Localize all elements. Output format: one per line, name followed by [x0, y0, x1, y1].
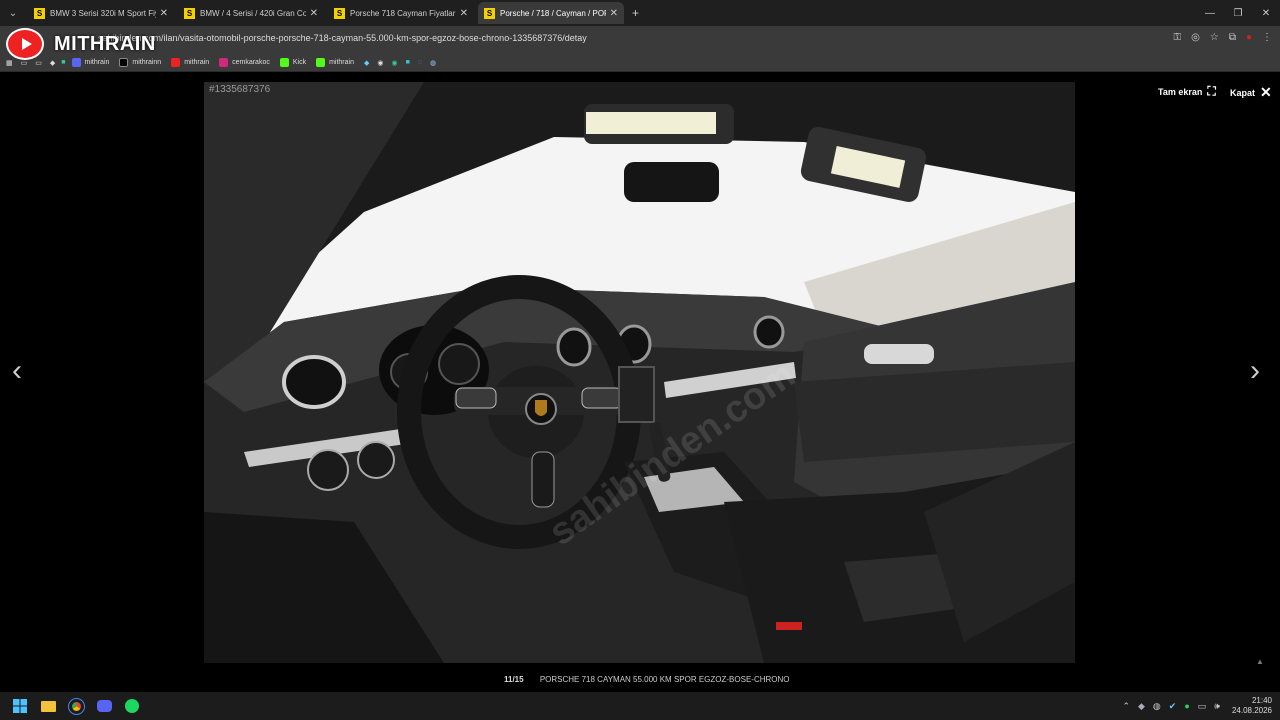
bookmark-youtube[interactable]: mithrain	[171, 58, 209, 67]
clock[interactable]: 21:40 24.08.2026	[1232, 696, 1272, 716]
sahibinden-favicon-icon: S	[34, 7, 45, 19]
photo-counter: 11/15	[504, 675, 524, 684]
bookmark-extra-icon[interactable]: ◉	[377, 59, 383, 67]
new-tab-icon[interactable]: +	[632, 6, 639, 20]
tab-title: BMW 3 Serisi 320i M Sport Fiya	[50, 8, 156, 18]
windows-start-icon[interactable]	[6, 692, 34, 720]
next-photo-chevron-icon[interactable]: ›	[1250, 354, 1260, 388]
system-tray: ⌃ ◆ ◍ ✔ ● ▭ 🕪 21:40 24.08.2026	[1122, 692, 1272, 720]
discord-tray-icon[interactable]: ◆	[1138, 701, 1145, 712]
discord-app-icon[interactable]	[90, 692, 118, 720]
fullscreen-button[interactable]: Tam ekran ⛶	[1158, 84, 1216, 99]
youtube-icon	[171, 58, 181, 67]
bookmark-extra-icon[interactable]: ◆	[364, 59, 369, 67]
steam-tray-icon[interactable]: ◍	[1153, 701, 1161, 712]
steam-icon[interactable]: ◍	[430, 59, 436, 67]
network-icon[interactable]: ▭	[1198, 701, 1207, 712]
close-viewer-button[interactable]: Kapat ✕	[1230, 84, 1272, 101]
listing-title: PORSCHE 718 CAYMAN 55.000 KM SPOR EGZOZ-…	[539, 675, 790, 684]
browser-tab-active[interactable]: S Porsche / 718 / Cayman / PORS ✕	[478, 2, 624, 24]
bookmark-label: cemkarakoc	[232, 59, 270, 66]
tab-title: BMW / 4 Serisi / 420i Gran Cou	[200, 8, 306, 18]
tab-search-chevron-icon[interactable]: ⌄	[2, 2, 24, 24]
stream-overlay-logo: MITHRAIN	[6, 28, 156, 60]
defender-tray-icon[interactable]: ✔	[1169, 701, 1177, 712]
spotify-tray-icon[interactable]: ●	[1184, 701, 1189, 711]
eye-off-icon[interactable]: ◎	[1191, 32, 1200, 43]
profile-icon[interactable]: ●	[1246, 32, 1252, 43]
close-tab-icon[interactable]: ✕	[460, 8, 468, 19]
window-close-icon[interactable]: ✕	[1252, 0, 1280, 26]
close-tab-icon[interactable]: ✕	[310, 8, 318, 19]
windows-taskbar: ⌃ ◆ ◍ ✔ ● ▭ 🕪 21:40 24.08.2026	[0, 692, 1280, 720]
tray-expand-icon[interactable]: ⌃	[1122, 701, 1130, 712]
previous-photo-chevron-icon[interactable]: ‹	[12, 354, 22, 388]
bookmark-label: mithrain	[84, 59, 110, 66]
browser-tab[interactable]: S BMW / 4 Serisi / 420i Gran Cou ✕	[178, 2, 324, 24]
star-icon[interactable]: ☆	[1210, 32, 1219, 43]
listing-id: #1335687376	[209, 84, 271, 95]
browser-tab[interactable]: S BMW 3 Serisi 320i M Sport Fiya ✕	[28, 2, 174, 24]
instagram-icon	[219, 58, 229, 67]
toolbar-icons: ⚿ ◎ ☆ ⧉ ● ⋮	[1173, 32, 1272, 43]
close-icon: ✕	[1260, 84, 1272, 100]
close-label: Kapat	[1230, 87, 1256, 98]
bookmark-label: mithrainn	[132, 59, 162, 66]
sahibinden-favicon-icon: S	[334, 7, 345, 19]
browser-tab[interactable]: S Porsche 718 Cayman Fiyatları & ✕	[328, 2, 474, 24]
chrome-icon[interactable]	[62, 692, 90, 720]
bookmark-extra-icon[interactable]: ■	[406, 59, 410, 66]
volume-icon[interactable]: 🕪	[1214, 701, 1220, 712]
close-tab-icon[interactable]: ✕	[610, 8, 618, 19]
extensions-icon[interactable]: ⧉	[1229, 32, 1236, 43]
kick-icon	[279, 58, 289, 67]
expand-icon: ⛶	[1207, 84, 1216, 98]
photo-caption: 11/15 PORSCHE 718 CAYMAN 55.000 KM SPOR …	[504, 675, 790, 684]
minimize-icon[interactable]: —	[1196, 0, 1224, 26]
sahibinden-favicon-icon: S	[184, 7, 195, 19]
browser-tab-strip: ⌄ S BMW 3 Serisi 320i M Sport Fiya ✕ S B…	[0, 0, 1280, 26]
kick-icon	[316, 58, 326, 67]
bookmark-extra-icon[interactable]: ◌	[418, 59, 422, 66]
youtube-logo-icon	[6, 28, 44, 60]
porsche-interior-image: sahibinden.com	[204, 82, 1075, 663]
clock-date: 24.08.2026	[1231, 706, 1272, 715]
key-icon[interactable]: ⚿	[1173, 32, 1181, 43]
car-interior-photo: sahibinden.com	[204, 82, 1075, 663]
spotify-icon[interactable]	[118, 692, 146, 720]
bookmarks-bar: ▦ ▭ ▭ ◆ ■ mithrain mithrainn mithrain ce…	[0, 54, 1280, 72]
bookmark-label: Kick	[292, 59, 307, 66]
tab-title: Porsche 718 Cayman Fiyatları &	[350, 8, 456, 18]
close-tab-icon[interactable]: ✕	[160, 8, 168, 19]
bookmark-kick[interactable]: Kick	[279, 58, 307, 67]
browser-toolbar: sahibinden.com/ilan/vasita-otomobil-pors…	[0, 26, 1280, 54]
sahibinden-favicon-icon: S	[484, 7, 495, 19]
photo-viewer: sahibinden.com #1335687376 Tam ekran ⛶ K…	[0, 76, 1280, 692]
clock-time: 21:40	[1251, 696, 1272, 705]
menu-icon[interactable]: ⋮	[1262, 32, 1272, 43]
bookmark-instagram[interactable]: cemkarakoc	[219, 58, 270, 67]
scroll-up-icon[interactable]: ▲	[1256, 657, 1264, 666]
window-controls: — ❐ ✕	[1196, 0, 1280, 26]
logo-text: MITHRAIN	[54, 32, 156, 55]
bookmark-label: mithrain	[184, 59, 210, 66]
maximize-icon[interactable]: ❐	[1224, 0, 1252, 26]
bookmark-green-icon[interactable]: ■	[61, 59, 65, 66]
bookmark-label: mithrain	[329, 59, 354, 66]
fullscreen-label: Tam ekran	[1158, 86, 1203, 97]
bookmark-kick-2[interactable]: mithrain	[316, 58, 354, 67]
file-explorer-icon[interactable]	[34, 692, 62, 720]
tab-title: Porsche / 718 / Cayman / PORS	[500, 8, 606, 18]
address-bar[interactable]: sahibinden.com/ilan/vasita-otomobil-pors…	[98, 33, 587, 43]
bookmark-extra-icon[interactable]: ◉	[391, 59, 397, 67]
